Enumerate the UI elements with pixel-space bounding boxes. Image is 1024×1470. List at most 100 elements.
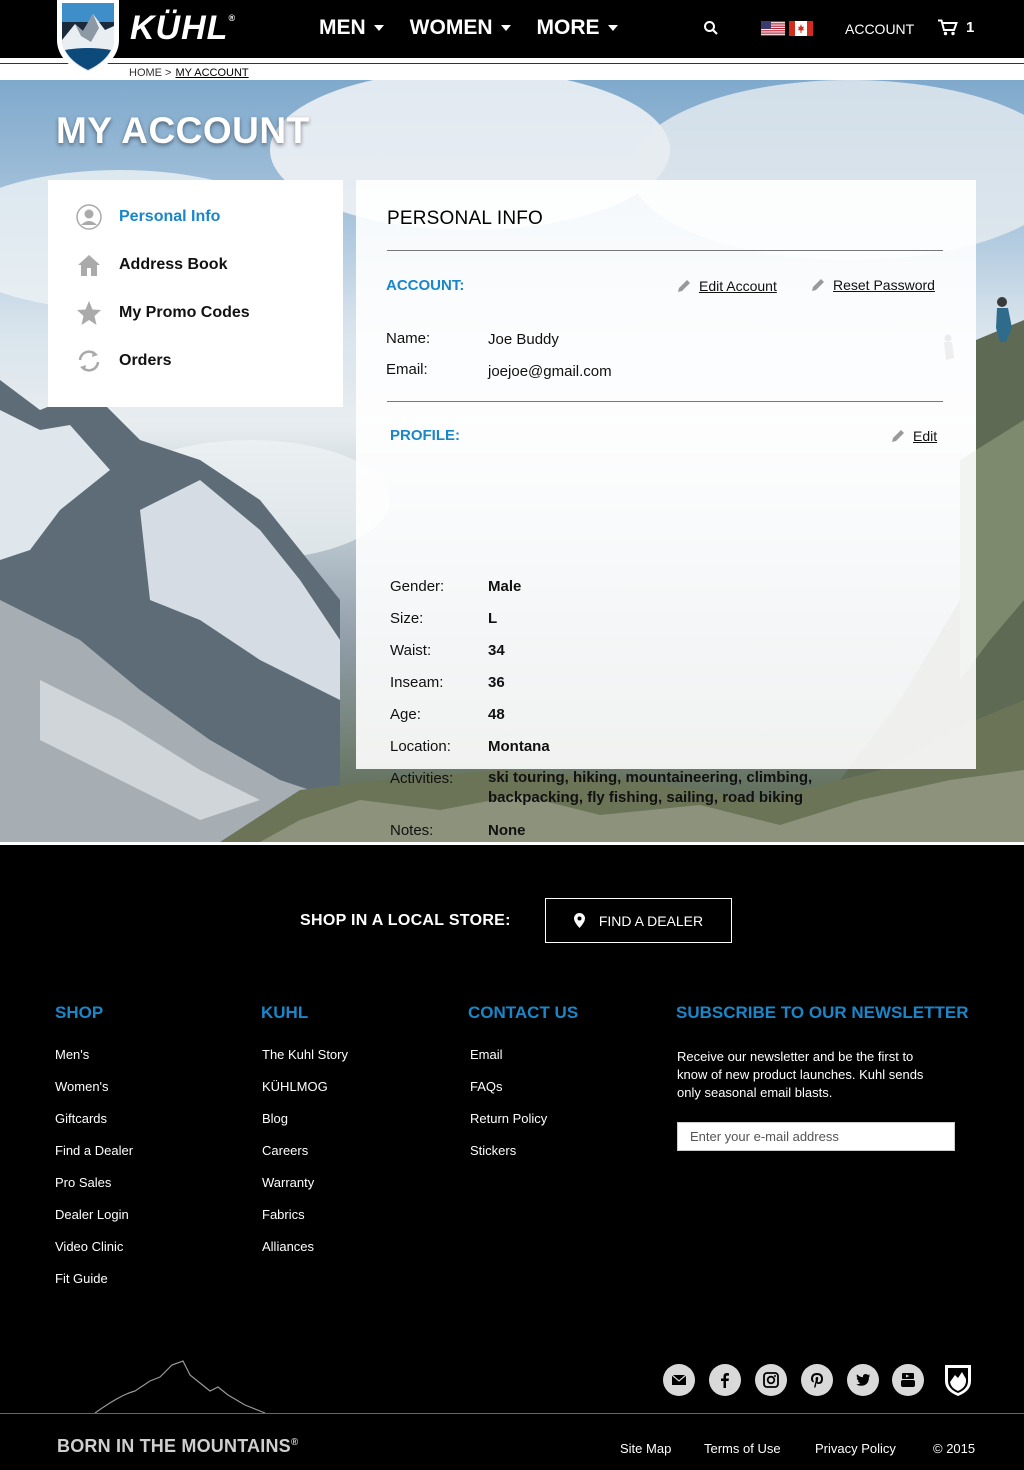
sidebar-item-address-book[interactable]: Address Book <box>76 252 227 278</box>
edit-profile-label: Edit <box>913 428 938 444</box>
nav-women-label: WOMEN <box>409 16 493 39</box>
account-link[interactable]: ACCOUNT <box>845 21 914 37</box>
footer-link[interactable]: Fabrics <box>262 1207 348 1239</box>
kuhl-links: The Kuhl Story KÜHLMOG Blog Careers Warr… <box>262 1047 348 1271</box>
logo-text: KÜHL <box>130 9 229 47</box>
footer-link[interactable]: KÜHLMOG <box>262 1079 348 1111</box>
kuhl-shield-small-icon[interactable] <box>944 1364 972 1397</box>
footer-link[interactable]: Alliances <box>262 1239 348 1271</box>
email-value: joejoe@gmail.com <box>488 363 612 380</box>
us-flag-icon[interactable] <box>761 21 785 36</box>
footer-link[interactable]: FAQs <box>470 1079 547 1111</box>
email-social-button[interactable] <box>663 1364 695 1396</box>
name-value: Joe Buddy <box>488 331 559 348</box>
kuhl-wordmark[interactable]: KÜHL® <box>130 9 236 48</box>
gender-value: Male <box>488 578 522 595</box>
shop-local-label: SHOP IN A LOCAL STORE: <box>300 912 511 929</box>
breadcrumb-current[interactable]: MY ACCOUNT <box>175 67 248 79</box>
inseam-label: Inseam: <box>390 674 444 691</box>
footer-link[interactable]: Careers <box>262 1143 348 1175</box>
privacy-policy-link[interactable]: Privacy Policy <box>815 1441 896 1456</box>
footer-link[interactable]: Giftcards <box>55 1111 133 1143</box>
waist-label: Waist: <box>390 642 432 659</box>
footer-link[interactable]: Email <box>470 1047 547 1079</box>
instagram-social-button[interactable] <box>755 1364 787 1396</box>
kuhl-heading: KUHL <box>261 1003 309 1022</box>
site-footer: SHOP IN A LOCAL STORE: FIND A DEALER SHO… <box>0 845 1024 1470</box>
kuhl-shield-logo[interactable] <box>55 0 121 76</box>
breadcrumb-home[interactable]: HOME > <box>129 67 171 79</box>
home-icon <box>76 252 102 278</box>
map-pin-icon <box>573 913 585 928</box>
terms-of-use-link[interactable]: Terms of Use <box>704 1441 781 1456</box>
copyright: © 2015 <box>933 1441 976 1456</box>
tagline: BORN IN THE MOUNTAINS® <box>57 1436 298 1457</box>
cart-count: 1 <box>966 19 975 36</box>
page-title: MY ACCOUNT <box>56 110 310 151</box>
sidebar-item-label: Address Book <box>119 256 228 273</box>
footer-link[interactable]: Dealer Login <box>55 1207 133 1239</box>
twitter-social-button[interactable] <box>847 1364 879 1396</box>
footer-link[interactable]: Men's <box>55 1047 133 1079</box>
footer-link[interactable]: Video Clinic <box>55 1239 133 1271</box>
caret-down-icon <box>607 25 618 31</box>
site-map-link[interactable]: Site Map <box>620 1441 671 1456</box>
sidebar-item-orders[interactable]: Orders <box>76 348 171 374</box>
age-value: 48 <box>488 706 505 723</box>
pinterest-social-button[interactable] <box>801 1364 833 1396</box>
footer-link[interactable]: Fit Guide <box>55 1271 133 1303</box>
mountain-outline-graphic <box>94 1360 266 1414</box>
facebook-social-button[interactable] <box>709 1364 741 1396</box>
account-sidebar: Personal Info Address Book My Promo Code… <box>48 180 343 407</box>
location-label: Location: <box>390 738 451 755</box>
personal-info-panel: PERSONAL INFO ACCOUNT: Edit Account Rese… <box>356 180 976 839</box>
sidebar-item-label: Orders <box>119 352 172 369</box>
instagram-icon <box>763 1372 779 1388</box>
caret-down-icon <box>500 25 511 31</box>
canada-flag-icon[interactable] <box>789 21 813 36</box>
footer-link[interactable]: Stickers <box>470 1143 547 1175</box>
edit-profile-link[interactable]: Edit <box>891 428 937 444</box>
reset-password-label: Reset Password <box>833 277 935 293</box>
sidebar-item-promo-codes[interactable]: My Promo Codes <box>76 300 250 326</box>
cart-button[interactable]: 1 <box>938 19 974 36</box>
size-label: Size: <box>390 610 424 627</box>
sidebar-item-personal-info[interactable]: Personal Info <box>76 204 220 230</box>
hero-background: MY ACCOUNT Personal Info Address Book My… <box>0 80 1024 842</box>
nav-men-label: MEN <box>319 16 366 39</box>
footer-link[interactable]: Women's <box>55 1079 133 1111</box>
youtube-social-button[interactable] <box>892 1364 924 1396</box>
footer-link[interactable]: The Kuhl Story <box>262 1047 348 1079</box>
nav-more-label: MORE <box>536 16 600 39</box>
location-value: Montana <box>488 738 550 755</box>
notes-value: None <box>488 822 526 839</box>
search-icon[interactable] <box>703 20 719 36</box>
edit-account-link[interactable]: Edit Account <box>677 278 777 294</box>
footer-link[interactable]: Warranty <box>262 1175 348 1207</box>
footer-link[interactable]: Return Policy <box>470 1111 547 1143</box>
nav-more[interactable]: MORE <box>537 16 618 40</box>
reset-password-link[interactable]: Reset Password <box>811 277 935 293</box>
divider <box>387 250 943 251</box>
name-label: Name: <box>386 330 431 347</box>
nav-men[interactable]: MEN <box>319 16 384 40</box>
caret-down-icon <box>373 25 384 31</box>
pencil-icon <box>678 280 690 292</box>
facebook-icon <box>721 1373 729 1388</box>
find-dealer-label: FIND A DEALER <box>598 912 704 929</box>
waist-value: 34 <box>488 642 505 659</box>
user-icon <box>76 204 102 230</box>
twitter-icon <box>856 1374 870 1386</box>
footer-link[interactable]: Pro Sales <box>55 1175 133 1207</box>
footer-link[interactable]: Blog <box>262 1111 348 1143</box>
refresh-icon <box>76 348 102 374</box>
email-label: Email: <box>386 361 428 378</box>
registered-mark: ® <box>290 1437 299 1448</box>
newsletter-email-input[interactable] <box>677 1122 955 1151</box>
footer-link[interactable]: Find a Dealer <box>55 1143 133 1175</box>
sidebar-item-label: Personal Info <box>119 208 221 225</box>
nav-women[interactable]: WOMEN <box>410 16 511 40</box>
find-dealer-button[interactable]: FIND A DEALER <box>545 898 732 943</box>
email-icon <box>671 1374 687 1385</box>
pencil-icon <box>892 430 904 442</box>
